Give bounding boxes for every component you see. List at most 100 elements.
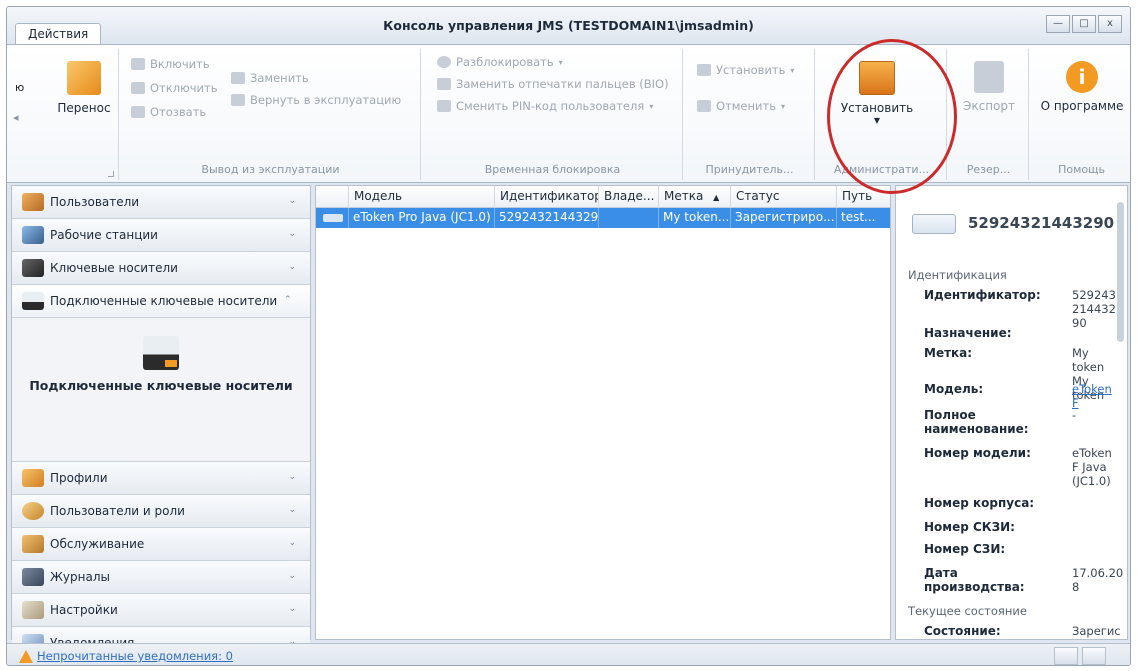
column-header-model[interactable]: Модель (348, 186, 494, 208)
status-bar: Непрочитанные уведомления: 0 (7, 643, 1130, 665)
column-header-status[interactable]: Статус (730, 186, 836, 208)
ribbon-group-label: Резер... (966, 163, 1011, 176)
install-icon (697, 64, 711, 76)
chevron-down-icon[interactable]: ⌄ (288, 571, 296, 581)
replace-bio-button[interactable]: Заменить отпечатки пальцев (BIO) (437, 77, 669, 91)
revoke-icon (131, 106, 145, 118)
sidebar-item-settings[interactable]: Настройки ⌄ (12, 594, 310, 627)
chevron-down-icon: ▾ (790, 65, 795, 75)
sidebar-item-maintenance[interactable]: Обслуживание ⌄ (12, 528, 310, 561)
field-label-case-number: Номер корпуса: (924, 496, 1035, 510)
column-header-owner[interactable]: Владе... (598, 186, 658, 208)
ribbon-group-backup: Экспорт Резер... (949, 49, 1029, 180)
field-value-model-link[interactable]: eToken F (1072, 382, 1122, 410)
sidebar-item-key-carriers[interactable]: Ключевые носители ⌄ (12, 252, 310, 285)
ribbon-group-label: Вывод из эксплуатации (201, 163, 340, 176)
minimize-button[interactable]: — (1046, 15, 1070, 33)
field-label-full-name: Полное наименование: (924, 408, 1029, 436)
connected-carriers-panel[interactable]: Подключенные ключевые носители (12, 318, 310, 462)
export-icon (974, 61, 1004, 93)
force-cancel-button[interactable]: Отменить ▾ (697, 99, 785, 113)
ribbon-tab-actions[interactable]: Действия (15, 23, 102, 45)
export-label: Экспорт (962, 99, 1016, 113)
field-label-mark: Метка: (924, 346, 973, 360)
field-label-skzi-number: Номер СКЗИ: (924, 520, 1015, 534)
database-install-icon (859, 61, 895, 95)
section-current-state: Текущее состояние (908, 604, 1027, 618)
sidebar-item-label: Рабочие станции (50, 228, 158, 242)
chevron-down-icon[interactable]: ⌄ (288, 229, 296, 239)
chevron-down-icon[interactable]: ⌄ (288, 604, 296, 614)
field-label-state: Состояние: (924, 624, 1001, 638)
chevron-down-icon: ▼ (873, 116, 881, 125)
settings-icon (22, 601, 44, 619)
sidebar-item-users[interactable]: Пользователи ⌄ (12, 186, 310, 219)
sidebar-item-label: Ключевые носители (50, 261, 178, 275)
cell-owner (598, 208, 658, 228)
transfer-button[interactable]: Перенос (53, 61, 115, 115)
return-to-service-button[interactable]: Вернуть в эксплуатацию (231, 93, 401, 107)
column-header-label[interactable]: Метка ▲ (658, 186, 730, 208)
sidebar-item-profiles[interactable]: Профили ⌄ (12, 462, 310, 495)
about-button[interactable]: i О программе (1035, 61, 1129, 113)
sidebar-item-label: Настройки (50, 603, 118, 617)
field-value-full-name: - (1072, 408, 1077, 422)
transfer-label: Перенос (57, 101, 111, 115)
sidebar-item-logs[interactable]: Журналы ⌄ (12, 561, 310, 594)
disable-icon (131, 82, 145, 94)
details-scrollbar-thumb[interactable] (1117, 202, 1124, 342)
enable-button[interactable]: Включить (131, 57, 210, 71)
chevron-down-icon[interactable]: ⌄ (288, 472, 296, 482)
field-label-purpose: Назначение: (924, 326, 1012, 340)
field-value-production-date: 17.06.20 8 (1072, 566, 1124, 594)
sidebar-item-label: Подключенные ключевые носители (50, 294, 278, 308)
sidebar-item-connected-carriers[interactable]: Подключенные ключевые носители ⌃ (12, 285, 310, 318)
table-row[interactable]: eToken Pro Java (JC1.0) 52924321443290 M… (316, 208, 890, 228)
chevron-down-icon: ▾ (780, 101, 785, 111)
title-bar: Консоль управления JMS (TESTDOMAIN1\jmsa… (7, 7, 1130, 45)
close-button[interactable]: x (1098, 15, 1122, 33)
maximize-button[interactable]: □ (1072, 15, 1096, 33)
admin-install-button[interactable]: Установить ▼ (827, 61, 927, 125)
column-header-path[interactable]: Путь (836, 186, 892, 208)
change-pin-button[interactable]: Сменить PIN-код пользователя ▾ (437, 99, 653, 113)
chevron-down-icon[interactable]: ⌄ (288, 538, 296, 548)
replace-button[interactable]: Заменить (231, 71, 309, 85)
maintenance-icon (22, 535, 44, 553)
unlock-label: Разблокировать (456, 55, 554, 69)
sort-ascending-icon: ▲ (713, 193, 720, 202)
unlock-button[interactable]: Разблокировать ▾ (437, 55, 563, 69)
chevron-down-icon[interactable]: ⌄ (288, 196, 296, 206)
table-header-icon-col (316, 186, 348, 208)
warning-icon (19, 650, 33, 663)
app-window: Консоль управления JMS (TESTDOMAIN1\jmsa… (6, 6, 1131, 666)
chevron-down-icon[interactable]: ⌄ (288, 262, 296, 272)
ribbon-group-lock: Разблокировать ▾ Заменить отпечатки паль… (423, 49, 683, 180)
view-list-button[interactable] (1054, 647, 1078, 665)
workstation-icon (22, 226, 44, 244)
column-header-id[interactable]: Идентификатор (494, 186, 598, 208)
nav-sidebar: Пользователи ⌄ Рабочие станции ⌄ Ключевы… (11, 185, 311, 660)
ribbon-group-force: Установить ▾ Отменить ▾ Принудитель... (685, 49, 815, 180)
sidebar-item-workstations[interactable]: Рабочие станции ⌄ (12, 219, 310, 252)
pin-icon (437, 100, 451, 112)
disable-button[interactable]: Отключить (131, 81, 217, 95)
field-value-model-number: eToken F Java (JC1.0) (1072, 446, 1112, 488)
chevron-down-icon[interactable]: ⌄ (288, 505, 296, 515)
return-label: Вернуть в эксплуатацию (250, 93, 402, 107)
force-install-button[interactable]: Установить ▾ (697, 63, 794, 77)
revoke-button[interactable]: Отозвать (131, 105, 206, 119)
chevron-up-icon[interactable]: ⌃ (284, 295, 292, 305)
unread-notifications-link[interactable]: Непрочитанные уведомления: 0 (37, 649, 233, 663)
export-button[interactable]: Экспорт (955, 61, 1023, 113)
ribbon-scroll-left-icon[interactable]: ◂ (13, 111, 19, 124)
details-header-id: 52924321443290 (968, 214, 1115, 232)
details-scrollbar[interactable] (1116, 188, 1125, 637)
force-cancel-label: Отменить (716, 99, 776, 113)
logs-icon (22, 568, 44, 586)
usb-token-large-icon (143, 336, 179, 370)
view-split-button[interactable] (1082, 647, 1106, 665)
usb-token-icon (323, 214, 343, 222)
sidebar-item-users-roles[interactable]: Пользователи и роли ⌄ (12, 495, 310, 528)
ribbon-partial-label: ю (15, 81, 25, 94)
